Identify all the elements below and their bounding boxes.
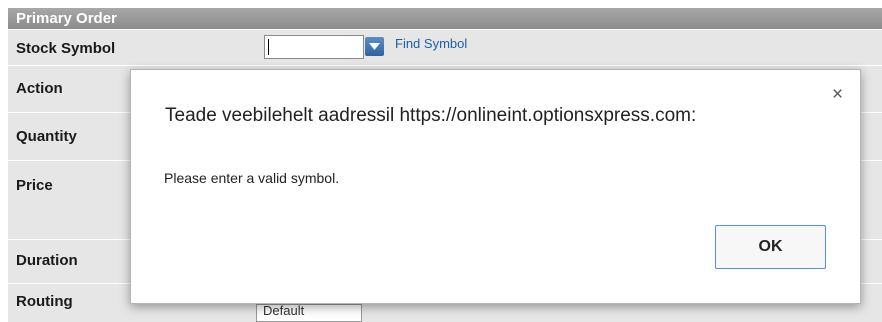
symbol-dropdown-button[interactable]: [365, 37, 384, 56]
routing-select[interactable]: Default: [256, 304, 362, 322]
close-icon[interactable]: ×: [832, 85, 843, 104]
dialog-title: Teade veebilehelt aadressil https://onli…: [165, 105, 697, 126]
text-cursor: [268, 39, 269, 55]
find-symbol-link[interactable]: Find Symbol: [395, 36, 467, 51]
alert-dialog: Teade veebilehelt aadressil https://onli…: [130, 69, 861, 304]
ok-button[interactable]: OK: [715, 225, 826, 269]
routing-select-value: Default: [263, 304, 305, 318]
price-label: Price: [16, 177, 53, 194]
stock-symbol-input[interactable]: [264, 35, 364, 59]
quantity-label: Quantity: [16, 128, 77, 145]
routing-label: Routing: [16, 293, 73, 310]
chevron-down-icon: [369, 43, 380, 50]
stock-symbol-label: Stock Symbol: [16, 40, 116, 57]
dialog-message: Please enter a valid symbol.: [164, 170, 340, 186]
action-label: Action: [16, 80, 63, 97]
section-header: Primary Order: [8, 8, 882, 29]
duration-label: Duration: [16, 252, 78, 269]
row-stock-symbol: Stock Symbol Find Symbol: [8, 29, 882, 65]
